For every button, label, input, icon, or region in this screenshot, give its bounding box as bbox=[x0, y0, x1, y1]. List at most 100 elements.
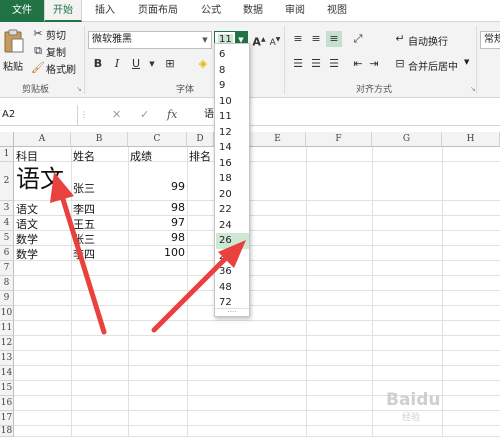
border-icon[interactable]: ⊞ bbox=[162, 56, 178, 72]
format-painter-button[interactable]: 格式刷 bbox=[46, 61, 76, 76]
cell-c6[interactable]: 100 bbox=[130, 246, 185, 259]
increase-indent-icon[interactable]: ⇥ bbox=[366, 56, 382, 72]
align-middle-icon[interactable]: ≡ bbox=[308, 31, 324, 47]
font-name-combo[interactable]: 微软雅黑 ▼ bbox=[88, 31, 212, 49]
column-header-h[interactable]: H bbox=[442, 132, 500, 147]
cell-c1[interactable]: 成绩 bbox=[130, 148, 152, 164]
cell-a5[interactable]: 数学 bbox=[16, 231, 38, 247]
insert-function-button[interactable]: fx bbox=[167, 105, 177, 125]
row-header-14[interactable]: 14 bbox=[0, 366, 14, 381]
cell-c2[interactable]: 99 bbox=[130, 180, 185, 193]
wrap-text-button[interactable]: 自动换行 bbox=[408, 33, 448, 48]
row-header-16[interactable]: 16 bbox=[0, 396, 14, 411]
wrap-text-icon[interactable]: ↵ bbox=[392, 31, 408, 47]
column-header-d[interactable]: D bbox=[187, 132, 214, 147]
cut-button[interactable]: 剪切 bbox=[46, 27, 66, 42]
clipboard-launcher-icon[interactable]: ↘ bbox=[76, 85, 82, 93]
number-format-combo[interactable]: 常规 bbox=[480, 31, 500, 49]
cell-b1[interactable]: 姓名 bbox=[73, 148, 95, 164]
font-size-option-12[interactable]: 12 bbox=[216, 125, 249, 141]
row-header-8[interactable]: 8 bbox=[0, 276, 14, 291]
copy-button[interactable]: 复制 bbox=[46, 44, 66, 59]
bold-button[interactable]: B bbox=[90, 56, 106, 72]
resize-grip-icon[interactable]: ···· bbox=[215, 308, 249, 316]
row-header-10[interactable]: 10 bbox=[0, 306, 14, 321]
column-header-a[interactable]: A bbox=[14, 132, 71, 147]
cell-a4[interactable]: 语文 bbox=[16, 216, 38, 232]
column-header-e[interactable]: E bbox=[250, 132, 306, 147]
row-header-3[interactable]: 3 bbox=[0, 201, 14, 216]
cell-a6[interactable]: 数学 bbox=[16, 246, 38, 262]
enter-icon[interactable]: ✓ bbox=[140, 105, 149, 125]
row-header-2[interactable]: 2 bbox=[0, 162, 14, 201]
cell-b3[interactable]: 李四 bbox=[73, 201, 95, 217]
tab-page-layout[interactable]: 页面布局 bbox=[130, 0, 186, 22]
cell-b4[interactable]: 王五 bbox=[73, 216, 95, 232]
font-size-option-26[interactable]: 26 bbox=[216, 233, 249, 249]
merge-center-button[interactable]: 合并后居中 bbox=[408, 58, 458, 73]
align-right-icon[interactable]: ☰ bbox=[326, 56, 342, 72]
format-painter-icon[interactable]: 🖌 bbox=[30, 60, 46, 76]
font-size-option-6[interactable]: 6 bbox=[216, 47, 249, 63]
font-size-option-24[interactable]: 24 bbox=[216, 218, 249, 234]
italic-button[interactable]: I bbox=[109, 56, 125, 72]
cell-a1[interactable]: 科目 bbox=[16, 148, 38, 164]
tab-file[interactable]: 文件 bbox=[0, 0, 44, 22]
row-header-4[interactable]: 4 bbox=[0, 216, 14, 231]
cut-icon[interactable]: ✂ bbox=[30, 26, 46, 42]
row-header-6[interactable]: 6 bbox=[0, 246, 14, 261]
cell-c3[interactable]: 98 bbox=[130, 201, 185, 214]
column-header-f[interactable]: F bbox=[306, 132, 372, 147]
font-size-option-48[interactable]: 48 bbox=[216, 280, 249, 296]
tab-data[interactable]: 数据 bbox=[236, 0, 270, 22]
row-header-12[interactable]: 12 bbox=[0, 336, 14, 351]
orientation-icon[interactable]: ⤢ bbox=[350, 31, 366, 47]
row-header-9[interactable]: 9 bbox=[0, 291, 14, 306]
font-size-option-11[interactable]: 11 bbox=[216, 109, 249, 125]
row-header-18[interactable]: 18 bbox=[0, 426, 14, 437]
grow-font-button[interactable]: A▲ bbox=[251, 32, 267, 49]
cell-a2[interactable]: 语文 bbox=[16, 164, 64, 194]
font-size-option-16[interactable]: 16 bbox=[216, 156, 249, 172]
row-header-7[interactable]: 7 bbox=[0, 261, 14, 276]
merge-center-icon[interactable]: ⊟ bbox=[392, 56, 408, 72]
row-header-17[interactable]: 17 bbox=[0, 411, 14, 426]
cell-b6[interactable]: 李四 bbox=[73, 246, 95, 262]
font-size-option-14[interactable]: 14 bbox=[216, 140, 249, 156]
underline-button[interactable]: U bbox=[128, 56, 144, 72]
row-header-1[interactable]: 1 bbox=[0, 147, 14, 162]
font-size-option-22[interactable]: 22 bbox=[216, 202, 249, 218]
column-header-b[interactable]: B bbox=[71, 132, 128, 147]
paste-button[interactable]: 粘贴 bbox=[2, 26, 26, 73]
cell-a3[interactable]: 语文 bbox=[16, 201, 38, 217]
cell-c4[interactable]: 97 bbox=[130, 216, 185, 229]
chevron-down-icon[interactable]: ▼ bbox=[144, 56, 160, 72]
tab-formulas[interactable]: 公式 bbox=[194, 0, 228, 22]
copy-icon[interactable]: ⧉ bbox=[30, 43, 46, 59]
tab-view[interactable]: 视图 bbox=[320, 0, 354, 22]
alignment-launcher-icon[interactable]: ↘ bbox=[470, 85, 476, 93]
shrink-font-button[interactable]: A▼ bbox=[267, 32, 283, 48]
align-bottom-icon[interactable]: ≡ bbox=[326, 31, 342, 47]
row-header-11[interactable]: 11 bbox=[0, 321, 14, 336]
font-size-option-18[interactable]: 18 bbox=[216, 171, 249, 187]
cell-d1[interactable]: 排名 bbox=[189, 148, 211, 164]
tab-insert[interactable]: 插入 bbox=[88, 0, 122, 22]
align-left-icon[interactable]: ☰ bbox=[290, 56, 306, 72]
align-center-icon[interactable]: ☰ bbox=[308, 56, 324, 72]
font-size-option-36[interactable]: 36 bbox=[216, 264, 249, 280]
fill-color-icon[interactable]: ◈ bbox=[195, 56, 211, 72]
cell-b2[interactable]: 张三 bbox=[73, 180, 95, 196]
font-size-option-20[interactable]: 20 bbox=[216, 187, 249, 203]
row-header-15[interactable]: 15 bbox=[0, 381, 14, 396]
tab-home[interactable]: 开始 bbox=[44, 0, 82, 22]
select-all-corner[interactable] bbox=[0, 132, 14, 147]
font-size-option-28[interactable]: 28 bbox=[216, 249, 249, 265]
font-size-option-8[interactable]: 8 bbox=[216, 63, 249, 79]
row-header-13[interactable]: 13 bbox=[0, 351, 14, 366]
row-header-5[interactable]: 5 bbox=[0, 231, 14, 246]
cell-b5[interactable]: 张三 bbox=[73, 231, 95, 247]
tab-review[interactable]: 审阅 bbox=[278, 0, 312, 22]
decrease-indent-icon[interactable]: ⇤ bbox=[350, 56, 366, 72]
name-box[interactable]: A2 bbox=[0, 105, 78, 125]
